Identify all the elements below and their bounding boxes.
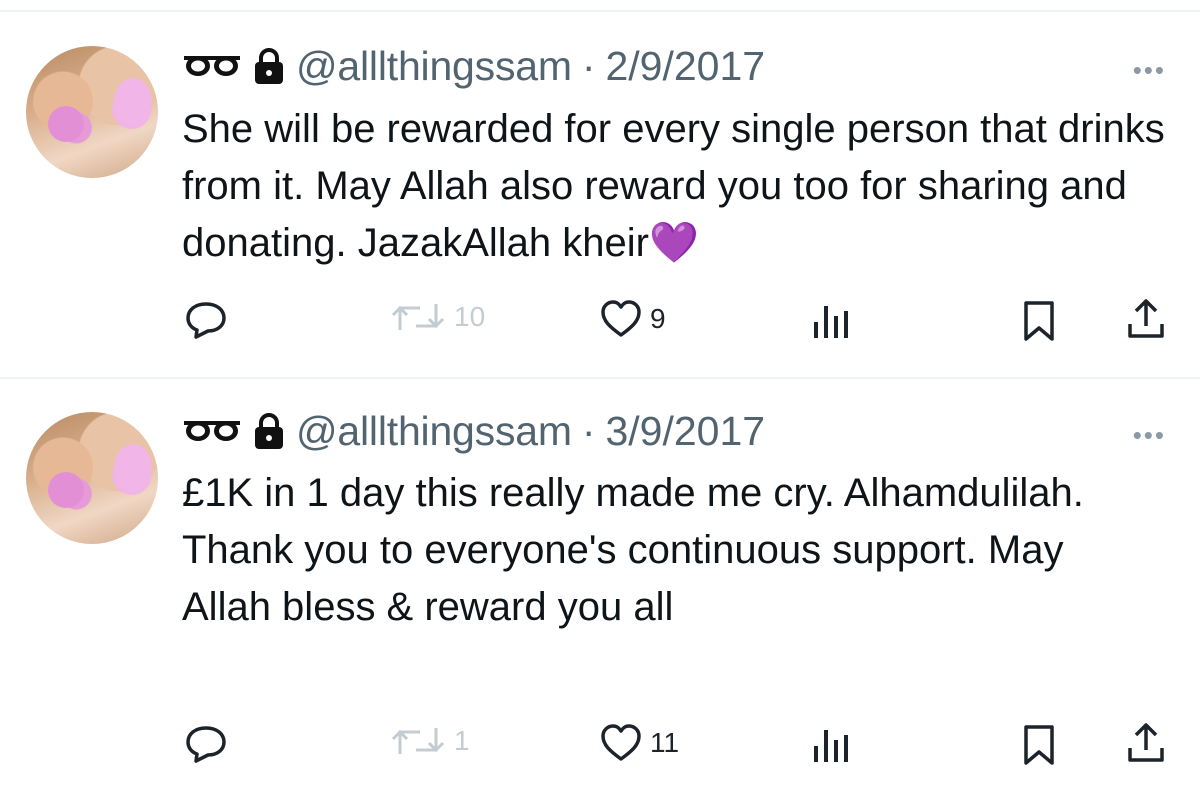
lock-icon <box>252 412 286 450</box>
like-button[interactable]: 9 <box>600 300 666 338</box>
share-button[interactable] <box>1126 298 1166 340</box>
reply-icon <box>186 302 226 339</box>
like-button[interactable]: 11 <box>600 724 679 762</box>
tweet-date[interactable]: 2/9/2017 <box>605 43 765 90</box>
avatar-flower <box>114 78 152 126</box>
heart-icon <box>601 300 641 337</box>
tweet-actions: 1 11 <box>0 712 1200 772</box>
share-button[interactable] <box>1126 722 1166 764</box>
tweet-text: £1K in 1 day this really made me cry. Al… <box>182 471 1084 629</box>
retweet-button[interactable]: 1 <box>390 724 470 758</box>
share-icon <box>1128 299 1164 338</box>
analytics-icon <box>814 306 848 338</box>
tweet-header: @alllthingssam · 2/9/2017 <box>182 43 765 89</box>
bookmark-button[interactable] <box>1022 724 1056 766</box>
bookmark-button[interactable] <box>1022 300 1056 342</box>
like-count: 11 <box>650 727 680 758</box>
tweet-divider <box>0 377 1200 379</box>
tweet-date[interactable]: 3/9/2017 <box>605 408 765 455</box>
retweet-icon <box>391 304 445 330</box>
retweet-count: 1 <box>454 725 470 756</box>
lock-icon <box>252 47 286 85</box>
more-options-icon[interactable]: ••• <box>1133 55 1166 86</box>
share-icon <box>1128 723 1164 762</box>
top-divider <box>0 10 1200 12</box>
views-button[interactable] <box>810 302 850 338</box>
avatar-flower <box>114 444 152 492</box>
more-options-icon[interactable]: ••• <box>1133 420 1166 451</box>
separator: · <box>581 42 596 89</box>
tweet-header: @alllthingssam · 3/9/2017 <box>182 408 765 454</box>
avatar[interactable] <box>26 46 158 178</box>
retweet-icon <box>391 728 445 754</box>
avatar[interactable] <box>26 412 158 544</box>
tweet-handle[interactable]: @alllthingssam <box>296 43 572 90</box>
retweet-count: 10 <box>454 301 486 332</box>
analytics-icon <box>814 730 848 762</box>
retweet-button[interactable]: 10 <box>390 300 485 334</box>
like-count: 9 <box>650 303 666 334</box>
tweet-text: She will be rewarded for every single pe… <box>182 107 1165 265</box>
sunglasses-icon <box>182 418 242 444</box>
sunglasses-icon <box>182 53 242 79</box>
heart-icon <box>601 724 641 761</box>
bookmark-icon <box>1024 725 1054 765</box>
reply-button[interactable] <box>184 724 228 764</box>
tweet-actions: 10 9 <box>0 288 1200 348</box>
tweet-handle[interactable]: @alllthingssam <box>296 408 572 455</box>
reply-button[interactable] <box>184 300 228 340</box>
separator: · <box>581 407 596 454</box>
avatar-flower <box>48 106 84 142</box>
reply-icon <box>186 726 226 763</box>
avatar-flower <box>48 472 84 508</box>
views-button[interactable] <box>810 726 850 762</box>
bookmark-icon <box>1024 301 1054 341</box>
